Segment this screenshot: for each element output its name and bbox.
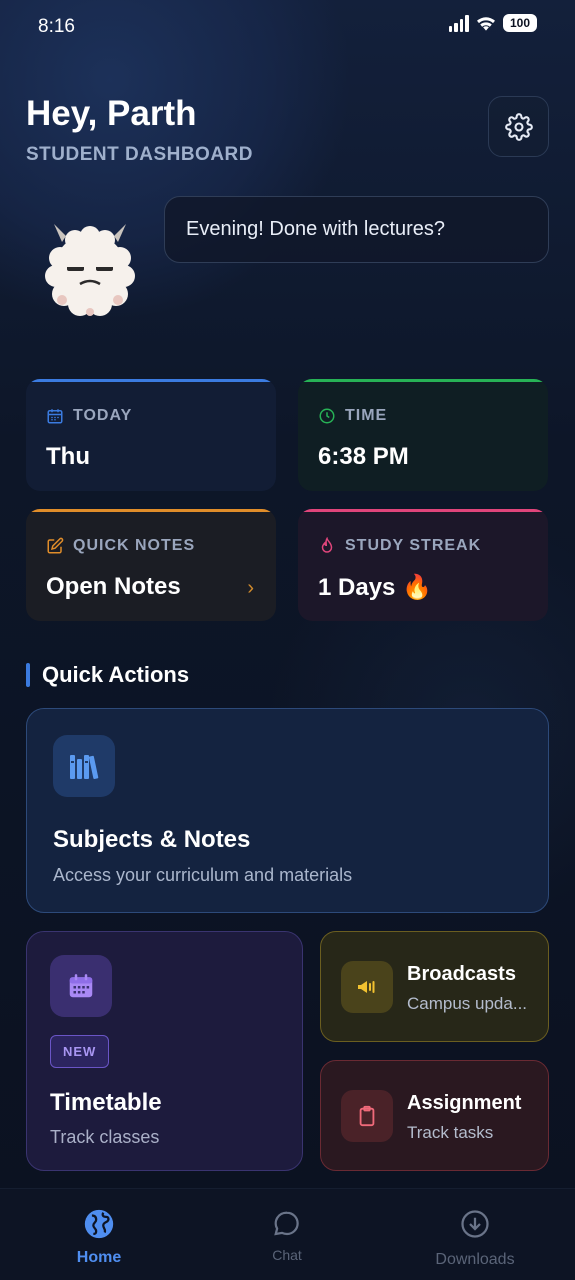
signal-icon bbox=[448, 14, 469, 32]
streak-label-row: STUDY STREAK bbox=[318, 537, 481, 555]
calendar-icon bbox=[69, 974, 93, 998]
broadcasts-icon-box bbox=[341, 961, 393, 1013]
card-accent-line bbox=[26, 379, 276, 382]
wifi-icon bbox=[476, 17, 495, 31]
nav-chat-label: Chat bbox=[272, 1247, 302, 1263]
nav-home[interactable]: Home bbox=[39, 1207, 159, 1267]
notes-label: QUICK NOTES bbox=[73, 537, 196, 554]
card-accent-line bbox=[298, 509, 548, 512]
new-badge: NEW bbox=[50, 1035, 110, 1068]
assignment-icon-box bbox=[341, 1090, 393, 1142]
time-label-row: TIME bbox=[318, 407, 387, 425]
download-icon bbox=[415, 1207, 535, 1241]
today-label-row: TODAY bbox=[46, 407, 132, 425]
battery-icon: 100 bbox=[502, 14, 537, 32]
books-icon bbox=[70, 755, 99, 779]
time-card: TIME 6:38 PM bbox=[298, 379, 548, 491]
bottom-navigation: Home Chat Downloads bbox=[0, 1188, 575, 1280]
nav-downloads[interactable]: Downloads bbox=[415, 1207, 535, 1269]
notes-label-row: QUICK NOTES bbox=[46, 537, 195, 555]
assignment-card[interactable]: Assignment Track tasks bbox=[320, 1060, 549, 1171]
status-bar: 8:16 100 bbox=[0, 0, 575, 54]
nav-downloads-label: Downloads bbox=[435, 1251, 515, 1268]
greeting-title: Hey, Parth bbox=[26, 94, 197, 133]
dashboard-subtitle: STUDENT DASHBOARD bbox=[26, 144, 253, 165]
section-accent-bar bbox=[26, 663, 30, 687]
quick-notes-card[interactable]: QUICK NOTES Open Notes › bbox=[26, 509, 276, 621]
books-icon-box bbox=[53, 735, 115, 797]
gear-icon bbox=[504, 112, 533, 141]
status-icons: 100 bbox=[448, 14, 537, 32]
globe-icon bbox=[39, 1207, 159, 1241]
clipboard-icon bbox=[359, 1105, 375, 1127]
quick-actions-heading: Quick Actions bbox=[26, 662, 189, 688]
today-value: Thu bbox=[46, 443, 90, 470]
streak-value: 1 Days 🔥 bbox=[318, 574, 432, 601]
nav-home-label: Home bbox=[76, 1249, 122, 1266]
chevron-right-icon: › bbox=[247, 577, 254, 599]
broadcasts-card[interactable]: Broadcasts Campus upda... bbox=[320, 931, 549, 1042]
flame-icon bbox=[321, 537, 333, 553]
chat-icon bbox=[227, 1207, 347, 1241]
subjects-desc: Access your curriculum and materials bbox=[53, 865, 353, 885]
timetable-desc: Track classes bbox=[50, 1127, 160, 1147]
assignment-title: Assignment bbox=[407, 1092, 522, 1114]
broadcasts-title: Broadcasts bbox=[407, 963, 516, 985]
mascot-avatar bbox=[45, 224, 135, 316]
time-value: 6:38 PM bbox=[318, 443, 409, 470]
clock-icon bbox=[319, 408, 335, 424]
time-label: TIME bbox=[345, 407, 388, 424]
card-accent-line bbox=[298, 379, 548, 382]
status-time: 8:16 bbox=[38, 16, 75, 37]
dashboard-screen: 8:16 100 Hey, Parth STUDENT DASHBOARD Ev… bbox=[0, 0, 575, 1280]
subjects-title: Subjects & Notes bbox=[53, 826, 251, 853]
edit-note-icon bbox=[47, 537, 64, 554]
card-accent-line bbox=[26, 509, 276, 512]
today-label: TODAY bbox=[73, 407, 133, 424]
streak-label: STUDY STREAK bbox=[345, 537, 482, 554]
settings-button[interactable] bbox=[488, 96, 549, 157]
study-streak-card: STUDY STREAK 1 Days 🔥 bbox=[298, 509, 548, 621]
timetable-title: Timetable bbox=[50, 1089, 162, 1116]
notes-value: Open Notes bbox=[46, 573, 181, 600]
timetable-card[interactable]: NEW Timetable Track classes bbox=[26, 931, 303, 1171]
speech-bubble: Evening! Done with lectures? bbox=[164, 196, 549, 263]
megaphone-icon bbox=[358, 981, 375, 993]
broadcasts-desc: Campus upda... bbox=[407, 994, 528, 1013]
nav-chat[interactable]: Chat bbox=[227, 1207, 347, 1263]
calendar-icon bbox=[47, 409, 63, 424]
quick-actions-title: Quick Actions bbox=[42, 662, 190, 687]
today-card: TODAY Thu bbox=[26, 379, 276, 491]
timetable-icon-box bbox=[50, 955, 112, 1017]
subjects-notes-card[interactable]: Subjects & Notes Access your curriculum … bbox=[26, 708, 549, 913]
assignment-desc: Track tasks bbox=[407, 1123, 494, 1142]
